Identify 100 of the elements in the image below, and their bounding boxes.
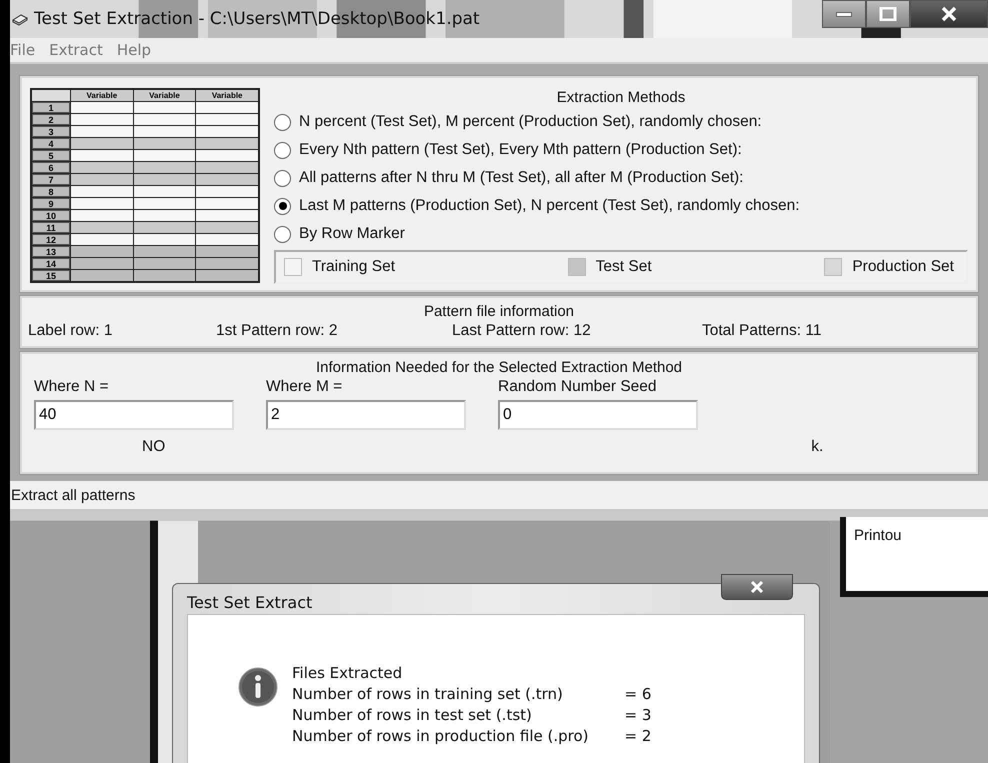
- row-number: 7: [32, 174, 70, 185]
- table-cell: [134, 246, 196, 257]
- row-number: 6: [32, 162, 70, 173]
- info-text: 1st Pattern row: 2: [216, 322, 338, 340]
- radio-option[interactable]: N percent (Test Set), M percent (Production Set), randomly chosen:: [274, 108, 968, 136]
- legend-label: Test Set: [596, 258, 652, 276]
- radio-button[interactable]: [274, 114, 291, 130]
- row-number: 2: [32, 114, 70, 125]
- table-cell: [134, 162, 196, 173]
- message-value: = 6: [624, 684, 652, 705]
- close-button[interactable]: [910, 0, 988, 28]
- minimize-icon: [836, 12, 852, 16]
- maximize-button[interactable]: [866, 0, 910, 28]
- table-cell: [196, 150, 258, 161]
- menu-item[interactable]: File: [10, 41, 36, 59]
- table-cell: [196, 246, 258, 257]
- menu-item[interactable]: Extract: [49, 41, 103, 59]
- table-cell: [71, 234, 133, 245]
- header-corner: [32, 90, 70, 101]
- input-field[interactable]: 0: [498, 400, 698, 430]
- table-cell: [71, 270, 133, 281]
- section-title: Pattern file information: [422, 302, 576, 322]
- table-cell: [71, 138, 133, 149]
- row-number: 9: [32, 198, 70, 209]
- legend-label: Training Set: [312, 258, 395, 276]
- close-icon: [941, 6, 957, 22]
- radio-button[interactable]: [274, 142, 291, 158]
- table-cell: [196, 126, 258, 137]
- message-label: Number of rows in production file (.pro): [292, 726, 588, 747]
- table-cell: [196, 162, 258, 173]
- maximize-icon: [878, 7, 898, 21]
- input-field[interactable]: 2: [266, 400, 466, 430]
- menu-item[interactable]: Help: [116, 41, 152, 59]
- table-cell: [134, 258, 196, 269]
- info-icon: [238, 667, 278, 707]
- row-number: 4: [32, 138, 70, 149]
- row-number: 13: [32, 246, 70, 257]
- table-cell: [71, 174, 133, 185]
- table-cell: [196, 114, 258, 125]
- table-cell: [196, 258, 258, 269]
- table-cell: [134, 114, 196, 125]
- row-number: 8: [32, 186, 70, 197]
- section-title: Extraction Methods: [556, 88, 686, 108]
- table-cell: [71, 198, 133, 209]
- table-cell: [71, 162, 133, 173]
- table-cell: [134, 126, 196, 137]
- message-label: Number of rows in training set (.trn): [292, 684, 564, 705]
- table-cell: [134, 210, 196, 221]
- row-number: 15: [32, 270, 70, 281]
- table-cell: [196, 270, 258, 281]
- radio-option[interactable]: Last M patterns (Production Set), N percent (Test Set), randomly chosen:: [274, 192, 968, 220]
- info-text: Last Pattern row: 12: [452, 322, 592, 340]
- close-button[interactable]: [721, 574, 793, 600]
- table-cell: [71, 150, 133, 161]
- table-cell: [196, 222, 258, 233]
- radio-button[interactable]: [274, 170, 291, 186]
- info-text: Label row: 1: [28, 322, 114, 340]
- radio-option[interactable]: Every Nth pattern (Test Set), Every Mth pattern (Production Set):: [274, 136, 968, 164]
- table-cell: [71, 222, 133, 233]
- table-cell: [196, 198, 258, 209]
- column-header: Variable: [71, 90, 133, 101]
- info-text: Total Patterns: 11: [702, 322, 822, 340]
- row-number: 12: [32, 234, 70, 245]
- message-label: Number of rows in test set (.tst): [292, 705, 533, 726]
- radio-button[interactable]: [274, 226, 291, 242]
- row-number: 14: [32, 258, 70, 269]
- input-field[interactable]: 40: [34, 400, 234, 430]
- table-cell: [71, 210, 133, 221]
- table-cell: [71, 126, 133, 137]
- note-text: k.: [811, 438, 824, 456]
- close-icon: [750, 581, 764, 593]
- row-number: 1: [32, 102, 70, 113]
- minimize-button[interactable]: [822, 0, 866, 28]
- field-label: Random Number Seed: [498, 378, 658, 396]
- radio-option[interactable]: All patterns after N thru M (Test Set), all after M (Production Set):: [274, 164, 968, 192]
- message-value: = 3: [624, 705, 652, 726]
- column-header: Variable: [196, 90, 258, 101]
- row-number: 3: [32, 126, 70, 137]
- section-title: Information Needed for the Selected Extraction Method: [314, 358, 684, 378]
- row-number: 10: [32, 210, 70, 221]
- table-cell: [196, 174, 258, 185]
- table-cell: [71, 186, 133, 197]
- table-cell: [134, 198, 196, 209]
- message-heading: Files Extracted: [292, 663, 404, 684]
- table-cell: [196, 234, 258, 245]
- table-cell: [134, 174, 196, 185]
- field-label: Where N =: [34, 378, 110, 396]
- window-title: Test Set Extraction - C:\Users\MT\Desktop\Book1.pat: [34, 9, 480, 29]
- table-cell: [196, 138, 258, 149]
- table-cell: [71, 102, 133, 113]
- legend-label: Production Set: [852, 258, 954, 276]
- message-value: = 2: [624, 726, 652, 747]
- table-cell: [134, 234, 196, 245]
- table-cell: [196, 102, 258, 113]
- table-cell: [134, 222, 196, 233]
- row-number: 11: [32, 222, 70, 233]
- table-cell: [134, 102, 196, 113]
- panel-text: Printou: [854, 527, 902, 544]
- radio-button[interactable]: [274, 198, 291, 214]
- radio-option[interactable]: By Row Marker: [274, 220, 968, 248]
